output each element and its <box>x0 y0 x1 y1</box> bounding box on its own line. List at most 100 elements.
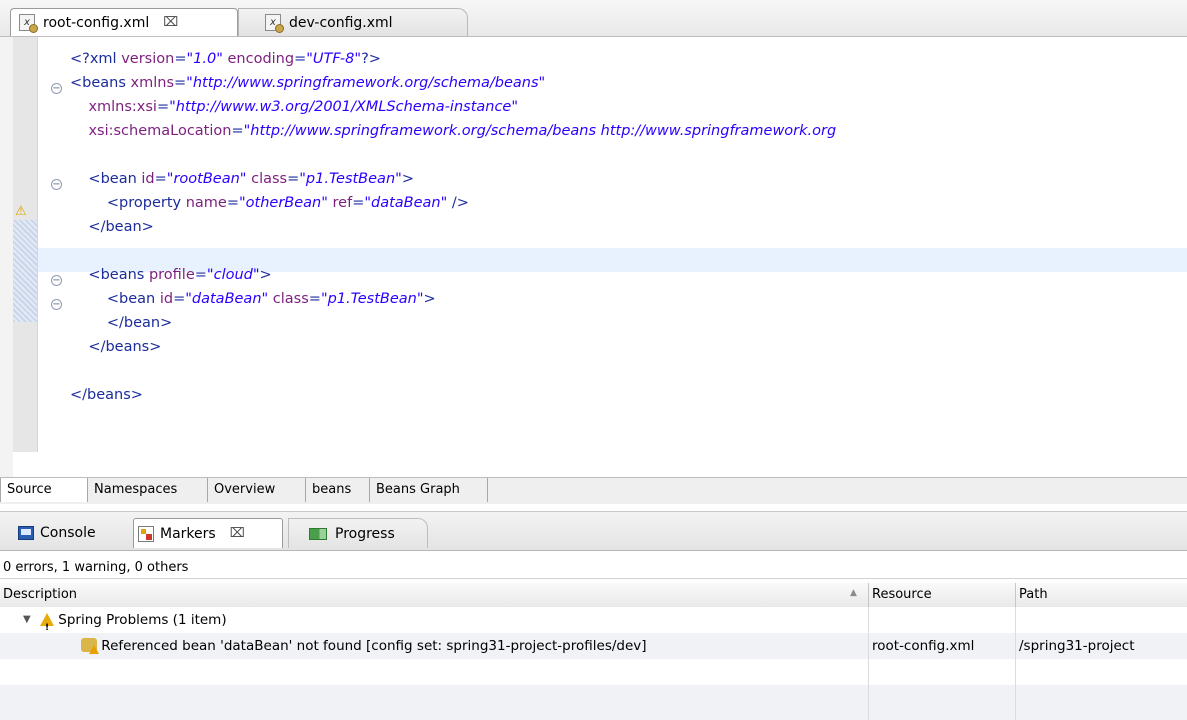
tab-label: Markers <box>160 525 216 542</box>
code-token: /> <box>447 195 469 211</box>
code-token: version <box>121 51 175 67</box>
code-line[interactable]: </beans> <box>70 335 836 359</box>
code-line[interactable]: </beans> <box>70 383 836 407</box>
code-line[interactable] <box>70 143 836 167</box>
warning-icon <box>40 613 54 633</box>
group-cell: Spring Problems (1 item) <box>40 607 227 633</box>
code-token: > <box>401 171 414 187</box>
code-token: "otherBean" <box>238 195 328 211</box>
column-description[interactable]: Description <box>0 583 868 607</box>
editor-page-tabs: Source Namespaces Overview beans Beans G… <box>0 477 1187 504</box>
code-token: xmlns <box>130 75 174 91</box>
column-resource[interactable]: Resource <box>868 583 1015 607</box>
code-token: "UTF-8" <box>306 51 362 67</box>
tab-label: Progress <box>335 525 395 542</box>
xml-file-icon: x <box>19 14 38 33</box>
code-token: = <box>226 195 239 211</box>
code-token: profile <box>148 267 195 283</box>
code-line[interactable] <box>70 359 836 383</box>
code-token: = <box>194 267 207 283</box>
tab-root-config[interactable]: x root-config.xml ⌧ <box>10 8 238 36</box>
tab-beans[interactable]: beans <box>306 478 370 502</box>
code-line[interactable]: <beans xmlns="http://www.springframework… <box>70 71 836 95</box>
close-tab-icon[interactable]: ⌧ <box>163 15 178 30</box>
line-gutter[interactable] <box>13 37 38 452</box>
close-tab-icon[interactable]: ⌧ <box>230 526 245 541</box>
code-token: <bean <box>70 291 160 307</box>
code-token: = <box>174 75 187 91</box>
progress-icon <box>309 527 327 540</box>
warning-marker-icon[interactable]: ⚠ <box>15 204 27 219</box>
fold-toggle-icon[interactable]: − <box>51 83 62 94</box>
view-tab-bar: Console Markers ⌧ Progress <box>0 511 1187 551</box>
code-token: = <box>174 51 187 67</box>
code-line[interactable]: <bean id="rootBean" class="p1.TestBean"> <box>70 167 836 191</box>
code-token: "http://www.w3.org/2001/XMLSchema-instan… <box>169 99 519 115</box>
markers-summary: 0 errors, 1 warning, 0 others <box>0 557 1187 579</box>
code-token: ref <box>332 195 353 211</box>
code-text[interactable]: <?xml version="1.0" encoding="UTF-8"?> <b… <box>70 47 836 407</box>
code-token: > <box>423 291 436 307</box>
code-token: = <box>352 195 365 211</box>
code-token: <bean <box>70 171 142 187</box>
code-token: <beans <box>70 267 149 283</box>
table-row-empty <box>0 685 1187 720</box>
table-row-group[interactable]: ▼ Spring Problems (1 item) <box>0 607 1187 633</box>
code-token: </bean> <box>70 315 173 331</box>
tab-progress[interactable]: Progress <box>288 518 428 548</box>
code-token: </bean> <box>70 219 154 235</box>
code-line[interactable]: <bean id="dataBean" class="p1.TestBean"> <box>70 287 836 311</box>
column-divider <box>868 607 869 720</box>
column-path[interactable]: Path <box>1015 583 1187 607</box>
code-token: "p1.TestBean" <box>320 291 424 307</box>
code-line[interactable] <box>70 239 836 263</box>
code-token: = <box>173 291 186 307</box>
tab-markers[interactable]: Markers ⌧ <box>133 518 283 548</box>
code-token: id <box>159 291 174 307</box>
code-token: > <box>259 267 272 283</box>
fold-toggle-icon[interactable]: − <box>51 179 62 190</box>
fold-toggle-icon[interactable]: − <box>51 299 62 310</box>
code-token: encoding <box>227 51 295 67</box>
code-line[interactable]: xsi:schemaLocation="http://www.springfra… <box>70 119 836 143</box>
code-line[interactable]: </bean> <box>70 311 836 335</box>
xml-source-editor[interactable]: ⚠ − − − − <?xml version="1.0" encoding="… <box>0 37 1187 477</box>
editor-tab-bar: x root-config.xml ⌧ x dev-config.xml <box>0 0 1187 37</box>
code-line[interactable]: </bean> <box>70 215 836 239</box>
code-token: = <box>287 171 300 187</box>
resource-cell: root-config.xml <box>872 638 975 654</box>
code-line[interactable]: <?xml version="1.0" encoding="UTF-8"?> <box>70 47 836 71</box>
code-line[interactable]: <property name="otherBean" ref="dataBean… <box>70 191 836 215</box>
markers-table-header: Description ▲ Resource Path <box>0 583 1187 608</box>
group-label: Spring Problems (1 item) <box>58 612 227 628</box>
tab-overview[interactable]: Overview <box>208 478 306 502</box>
code-token: "http://www.springframework.org/schema/b… <box>243 123 837 139</box>
code-token: id <box>141 171 155 187</box>
marker-description: Referenced bean 'dataBean' not found [co… <box>101 638 647 654</box>
code-line[interactable]: xmlns:xsi="http://www.w3.org/2001/XMLSch… <box>70 95 836 119</box>
expand-triangle-icon[interactable]: ▼ <box>23 607 31 633</box>
fold-toggle-icon[interactable]: − <box>51 275 62 286</box>
code-token: xsi:schemaLocation <box>88 123 232 139</box>
code-token: "rootBean" <box>166 171 247 187</box>
code-token: "cloud" <box>206 267 260 283</box>
code-token: class <box>251 171 288 187</box>
tab-dev-config[interactable]: x dev-config.xml <box>238 8 468 36</box>
tab-beans-graph[interactable]: Beans Graph <box>370 478 488 502</box>
code-token: </beans> <box>70 339 162 355</box>
code-token: class <box>272 291 309 307</box>
tab-source[interactable]: Source <box>0 478 88 502</box>
bean-warning-icon <box>81 638 99 654</box>
table-row-empty <box>0 659 1187 685</box>
code-token: <?xml <box>70 51 122 67</box>
code-line[interactable]: <beans profile="cloud"> <box>70 263 836 287</box>
overview-ruler <box>0 37 13 477</box>
sort-ascending-icon: ▲ <box>850 588 857 598</box>
code-token: "1.0" <box>186 51 223 67</box>
tab-namespaces[interactable]: Namespaces <box>88 478 208 502</box>
table-row[interactable]: Referenced bean 'dataBean' not found [co… <box>0 633 1187 659</box>
code-token: xmlns:xsi <box>88 99 157 115</box>
tab-console[interactable]: Console <box>14 518 132 548</box>
code-token: = <box>308 291 321 307</box>
